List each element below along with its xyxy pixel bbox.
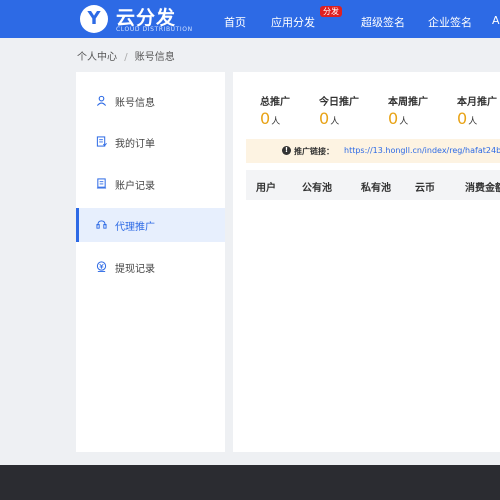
sidebar-item-label: 代理推广 [115,222,155,233]
agent-icon [96,220,107,229]
user-icon [96,95,107,106]
table-header: 用户 公有池 私有池 云币 消费金额 [246,170,500,200]
stat-total-promotion: 总推广 0人 [260,93,290,128]
stat-label: 总推广 [260,97,290,108]
nav-app-distribution[interactable]: 应用分发 [271,14,315,30]
breadcrumb-home[interactable]: 个人中心 [77,52,117,63]
order-icon [96,136,107,147]
breadcrumb-separator: / [124,52,128,63]
stat-week-promotion: 本周推广 0人 [388,93,428,128]
sidebar-item-label: 账号信息 [115,98,155,109]
top-navbar: Y 云分发 CLOUD DISTRIBUTION 首页 应用分发 分发 超级签名… [0,0,500,38]
stat-value: 0人 [319,109,340,128]
stat-value: 0人 [388,109,409,128]
nav-enterprise-signature[interactable]: 企业签名 [428,14,472,30]
stat-value: 0人 [260,109,281,128]
column-header: 公有池 [302,183,332,194]
sidebar-item-label: 账户记录 [115,181,155,192]
stat-value: 0人 [457,109,478,128]
breadcrumb-current: 账号信息 [134,52,175,63]
footer [0,465,500,500]
record-icon [96,178,107,189]
brand-subtitle: CLOUD DISTRIBUTION [116,26,193,33]
promo-link-url[interactable]: https://13.hongll.cn/index/reg/hafat24b [344,146,500,155]
nav-home[interactable]: 首页 [224,14,246,30]
withdraw-icon [96,261,107,272]
stat-label: 本月推广 [457,97,497,108]
info-icon: ! [282,146,291,155]
breadcrumb: 个人中心 / 账号信息 [77,48,175,63]
sidebar-item-label: 我的订单 [115,139,155,150]
sidebar-item-label: 提现记录 [115,264,155,275]
promo-link-label: 推广链接： [294,147,334,156]
sidebar-item-my-orders[interactable]: 我的订单 [76,125,225,159]
sidebar: 账号信息 我的订单 账户记录 代理推广 提现记录 [76,72,225,452]
nav-more[interactable]: A [492,14,500,27]
sidebar-item-withdrawal-records[interactable]: 提现记录 [76,250,225,284]
sidebar-item-account-info[interactable]: 账号信息 [76,84,225,118]
column-header: 私有池 [361,183,391,194]
nav-badge: 分发 [320,6,342,17]
logo-badge: Y [80,5,108,33]
promo-link-bar: ! 推广链接： https://13.hongll.cn/index/reg/h… [246,139,500,163]
stat-label: 本周推广 [388,97,428,108]
column-header: 用户 [256,183,276,194]
stat-month-promotion: 本月推广 0人 [457,93,497,128]
sidebar-item-account-records[interactable]: 账户记录 [76,167,225,201]
main-panel: 总推广 0人 今日推广 0人 本周推广 0人 本月推广 0人 ! 推广链接： h… [233,72,500,452]
nav-super-signature[interactable]: 超级签名 [361,14,405,30]
stat-label: 今日推广 [319,97,359,108]
stat-today-promotion: 今日推广 0人 [319,93,359,128]
sidebar-item-agent-promotion[interactable]: 代理推广 [76,208,225,242]
column-header: 消费金额 [465,183,500,194]
column-header: 云币 [415,183,435,194]
